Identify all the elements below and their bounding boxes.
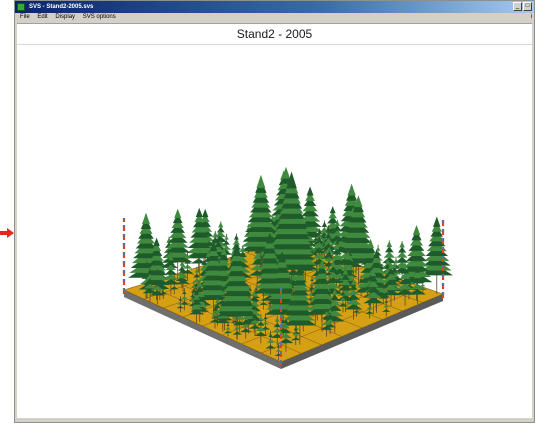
window-title: SVS - Stand2-2005.svs <box>29 4 94 10</box>
menu-svs-options[interactable]: SVS options <box>80 13 119 22</box>
stand-viewport[interactable]: Stand2 - 2005 <box>17 23 532 418</box>
menu-file[interactable]: File <box>15 13 33 22</box>
menu-right-glyph: i <box>530 14 532 20</box>
minimize-button[interactable]: _ <box>513 2 522 11</box>
menu-display[interactable]: Display <box>52 13 78 22</box>
title-bar[interactable]: SVS - Stand2-2005.svs _ □ <box>15 1 534 13</box>
app-icon <box>17 3 25 11</box>
maximize-button[interactable]: □ <box>523 2 532 11</box>
tree <box>420 216 454 294</box>
menu-bar: File Edit Display SVS options i <box>15 13 534 22</box>
application-window: SVS - Stand2-2005.svs _ □ File Edit Disp… <box>14 0 535 423</box>
stand-visualization <box>122 166 454 369</box>
arrow-pointer-icon <box>0 228 14 238</box>
menu-edit[interactable]: Edit <box>34 13 50 22</box>
